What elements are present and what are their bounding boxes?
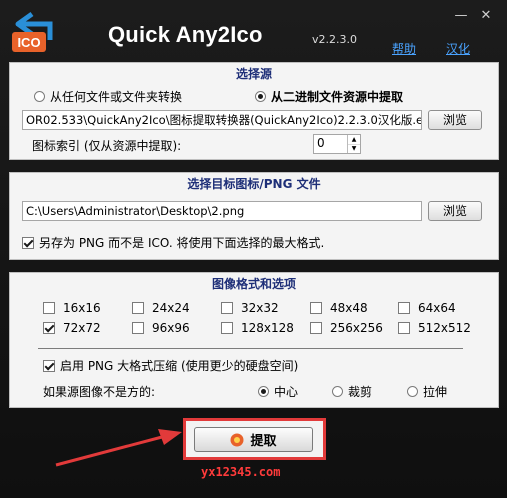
- size-checkbox[interactable]: [132, 322, 144, 334]
- radio-from-binary[interactable]: [255, 91, 266, 102]
- size-checkbox[interactable]: [398, 302, 410, 314]
- divider: [38, 348, 463, 349]
- source-option-file[interactable]: 从任何文件或文件夹转换: [34, 88, 182, 105]
- localize-link[interactable]: 汉化: [446, 40, 470, 57]
- source-panel-title: 选择源: [235, 67, 272, 81]
- size-label: 32x32: [241, 301, 279, 315]
- non-square-center-label: 中心: [274, 385, 299, 399]
- size-label: 512x512: [418, 321, 471, 335]
- png-compress-checkbox[interactable]: [43, 359, 55, 372]
- target-panel-title: 选择目标图标/PNG 文件: [187, 177, 321, 191]
- source-browse-button[interactable]: 浏览: [428, 110, 482, 130]
- size-label: 72x72: [63, 321, 101, 335]
- source-option-binary[interactable]: 从二进制文件资源中提取: [255, 88, 403, 105]
- non-square-option-crop[interactable]: 裁剪: [332, 383, 372, 400]
- icon-index-spinner[interactable]: 0 ▲ ▼: [313, 134, 361, 154]
- size-option-64x64[interactable]: 64x64: [398, 301, 456, 315]
- radio-from-file[interactable]: [34, 91, 45, 102]
- size-label: 16x16: [63, 301, 101, 315]
- source-option-file-label: 从任何文件或文件夹转换: [50, 90, 183, 104]
- source-panel: 选择源 从任何文件或文件夹转换 从二进制文件资源中提取 OR02.533\Qui…: [9, 62, 499, 160]
- size-option-32x32[interactable]: 32x32: [221, 301, 279, 315]
- size-checkbox[interactable]: [221, 322, 233, 334]
- extract-button[interactable]: 提取: [194, 427, 313, 452]
- size-label: 48x48: [330, 301, 368, 315]
- size-option-24x24[interactable]: 24x24: [132, 301, 190, 315]
- size-option-128x128[interactable]: 128x128: [221, 321, 294, 335]
- size-label: 96x96: [152, 321, 190, 335]
- size-label: 256x256: [330, 321, 383, 335]
- help-link[interactable]: 帮助: [392, 40, 416, 57]
- size-option-16x16[interactable]: 16x16: [43, 301, 101, 315]
- non-square-crop-label: 裁剪: [348, 385, 373, 399]
- app-window: ICO Quick Any2Ico v2.2.3.0 帮助 汉化 — ✕ 选择源…: [0, 0, 507, 498]
- size-option-96x96[interactable]: 96x96: [132, 321, 190, 335]
- target-path-input[interactable]: C:\Users\Administrator\Desktop\2.png: [22, 201, 422, 221]
- png-compress-option[interactable]: 启用 PNG 大格式压缩 (使用更少的硬盘空间): [43, 357, 298, 374]
- extract-icon: [230, 433, 244, 446]
- formats-panel-title: 图像格式和选项: [211, 277, 296, 291]
- icon-index-label: 图标索引 (仅从资源中提取):: [32, 139, 182, 153]
- size-label: 64x64: [418, 301, 456, 315]
- logo-text: ICO: [17, 35, 40, 50]
- app-title: Quick Any2Ico: [108, 22, 263, 47]
- radio-stretch[interactable]: [407, 386, 418, 397]
- save-as-png-option[interactable]: 另存为 PNG 而不是 ICO. 将使用下面选择的最大格式.: [22, 234, 324, 251]
- close-button[interactable]: ✕: [478, 9, 494, 23]
- watermark-text: yx12345.com: [201, 465, 281, 479]
- source-option-binary-label: 从二进制文件资源中提取: [271, 90, 404, 104]
- save-as-png-label: 另存为 PNG 而不是 ICO. 将使用下面选择的最大格式.: [39, 236, 325, 250]
- size-checkbox[interactable]: [43, 322, 55, 334]
- extract-highlight-box: 提取: [183, 418, 326, 460]
- size-checkbox[interactable]: [43, 302, 55, 314]
- size-option-48x48[interactable]: 48x48: [310, 301, 368, 315]
- spinner-down-icon[interactable]: ▼: [347, 144, 360, 153]
- version-label: v2.2.3.0: [312, 33, 357, 46]
- non-square-option-center[interactable]: 中心: [258, 383, 298, 400]
- png-compress-label: 启用 PNG 大格式压缩 (使用更少的硬盘空间): [60, 359, 299, 373]
- minimize-button[interactable]: —: [453, 9, 469, 23]
- size-checkbox[interactable]: [310, 302, 322, 314]
- size-checkbox[interactable]: [132, 302, 144, 314]
- size-checkbox[interactable]: [221, 302, 233, 314]
- size-checkbox[interactable]: [310, 322, 322, 334]
- app-logo-icon: ICO: [12, 11, 53, 52]
- radio-crop[interactable]: [332, 386, 343, 397]
- save-as-png-checkbox[interactable]: [22, 236, 34, 249]
- non-square-stretch-label: 拉伸: [423, 385, 448, 399]
- size-checkbox[interactable]: [398, 322, 410, 334]
- source-path-input[interactable]: OR02.533\QuickAny2Ico\图标提取转换器(QuickAny2I…: [22, 110, 422, 130]
- size-option-256x256[interactable]: 256x256: [310, 321, 383, 335]
- title-bar: ICO Quick Any2Ico v2.2.3.0 帮助 汉化 — ✕: [0, 0, 507, 62]
- target-panel: 选择目标图标/PNG 文件 C:\Users\Administrator\Des…: [9, 172, 499, 260]
- formats-panel: 图像格式和选项 16x16 24x24 32x32 48x48 64x64 72x72 96…: [9, 272, 499, 408]
- icon-index-value: 0: [317, 136, 325, 150]
- size-option-512x512[interactable]: 512x512: [398, 321, 471, 335]
- radio-center[interactable]: [258, 386, 269, 397]
- non-square-option-stretch[interactable]: 拉伸: [407, 383, 447, 400]
- non-square-label: 如果源图像不是方的:: [43, 385, 156, 399]
- target-browse-button[interactable]: 浏览: [428, 201, 482, 221]
- size-label: 24x24: [152, 301, 190, 315]
- extract-button-label: 提取: [250, 434, 277, 449]
- size-label: 128x128: [241, 321, 294, 335]
- annotation-arrow-icon: [55, 429, 182, 467]
- size-option-72x72[interactable]: 72x72: [43, 321, 101, 335]
